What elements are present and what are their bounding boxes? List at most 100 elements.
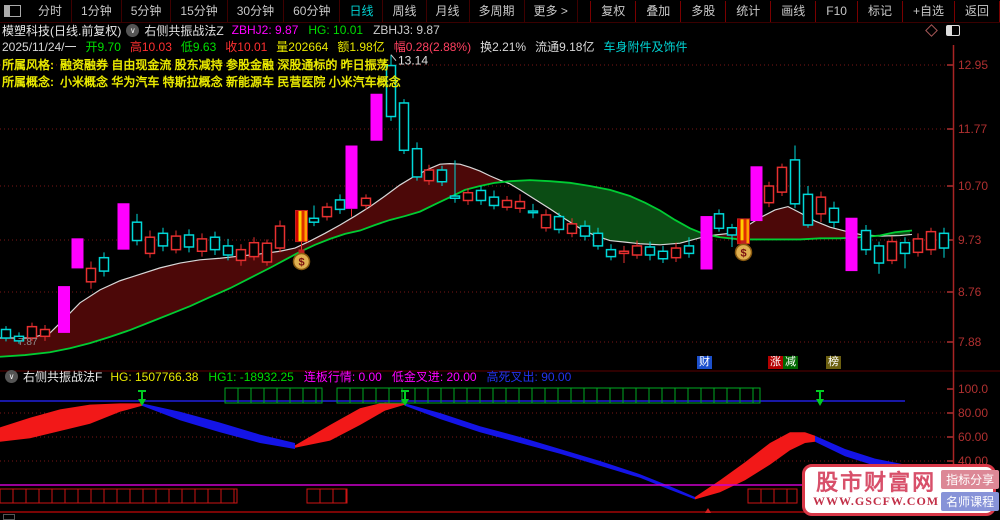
candle-up — [514, 200, 526, 210]
candle-up — [670, 247, 682, 259]
ribbon-red — [0, 403, 142, 442]
candle-up — [196, 238, 208, 253]
minimize-icon[interactable] — [3, 514, 15, 520]
layout-panel-icon[interactable] — [946, 25, 960, 36]
toolbar-period-item[interactable]: 5分钟 — [122, 0, 172, 22]
quote-field: 低9.63 — [180, 40, 217, 54]
toolbar-period-item[interactable]: 15分钟 — [171, 0, 228, 22]
chevron-down-icon[interactable]: ∨ — [126, 23, 140, 37]
toolbar-period-item[interactable]: 多周期 — [470, 0, 525, 22]
red-comb-cell — [773, 488, 788, 504]
toolbar-actions: 复权 叠加 多股 统计 画线 F10 标记 +自选 返回 — [590, 0, 1000, 22]
toolbar-action-button[interactable]: 标记 — [856, 0, 902, 22]
red-comb-cell — [77, 488, 92, 504]
style-tags: 融资融券 自由现金流 股东减持 参股金融 深股通标的 昨日振荡 — [60, 58, 389, 72]
candle-down — [527, 210, 539, 214]
main-indicator-name: 右侧共振战法Z — [144, 23, 224, 38]
sub-indicator-values: HG: 1507766.38 HG1: -18932.25 连板行情: 0.00 低金… — [110, 368, 581, 385]
toolbar-period-item[interactable]: 日线 — [340, 0, 384, 22]
bottom-tab[interactable]: 财 — [697, 356, 712, 369]
candle-down — [98, 256, 110, 272]
toolbar-period-item[interactable]: 分时 — [29, 0, 73, 22]
quote-field: 幅0.28(2.88%) — [393, 40, 472, 54]
stock-header: 模塑科技(日线.前复权) ∨ 右侧共振战法Z ZBHJ2: 9.87 HG: 10… — [0, 22, 1000, 38]
concept-label: 所属概念: — [2, 75, 54, 89]
candle-up — [462, 191, 474, 202]
window-split-icon[interactable] — [4, 5, 21, 17]
candle-down — [449, 195, 461, 199]
candle-down — [828, 207, 840, 223]
candle-up — [618, 250, 630, 255]
candle-up — [776, 166, 788, 193]
red-comb-cell — [0, 488, 14, 504]
candle-down — [605, 248, 617, 258]
red-comb-cell — [25, 488, 40, 504]
toolbar-action-button[interactable]: 返回 — [953, 0, 1000, 22]
toolbar-period-item[interactable]: 月线 — [427, 0, 470, 22]
indicator-field: HG: 1507766.38 — [110, 370, 199, 384]
red-comb-cell — [38, 488, 53, 504]
candle-up — [274, 225, 286, 249]
candle-down — [938, 232, 950, 249]
signal-bar — [117, 203, 130, 250]
ribbon-red — [295, 402, 405, 448]
bottom-tab[interactable]: 涨 — [768, 356, 783, 369]
toolbar-period-item[interactable]: 60分钟 — [284, 0, 341, 22]
candle-down — [592, 232, 604, 247]
red-comb-cell — [142, 488, 157, 504]
header-corner-icons — [925, 24, 960, 37]
toolbar-action-button[interactable]: 叠加 — [635, 0, 680, 22]
chevron-down-icon[interactable]: ∨ — [5, 370, 18, 383]
toolbar-period-item[interactable]: 更多 > — [525, 0, 578, 22]
toolbar-action-button[interactable]: 画线 — [770, 0, 815, 22]
watermark-url: WWW.GSCFW.COM — [813, 493, 940, 508]
price-axis-label: 8.76 — [958, 285, 982, 299]
toolbar-period-item[interactable]: 周线 — [383, 0, 427, 22]
red-comb-cell — [345, 488, 348, 504]
watermark-site-name: 股市财富网 — [816, 469, 937, 495]
quote-field: 流通9.18亿 — [535, 40, 595, 54]
candle-down — [873, 245, 885, 264]
bottom-tab[interactable]: 减 — [783, 356, 798, 369]
quote-field: 收10.01 — [225, 40, 268, 54]
concept-tags: 小米概念 华为汽车 特斯拉概念 新能源车 民营医院 小米汽车概念 — [60, 75, 401, 89]
toolbar-period-item[interactable]: 30分钟 — [228, 0, 285, 22]
candle-up — [39, 328, 51, 338]
candle-down — [553, 215, 565, 231]
candle-up — [925, 230, 937, 251]
candle-down — [209, 236, 221, 251]
toolbar-period-item[interactable]: 1分钟 — [72, 0, 122, 22]
sub-axis-label: 100.0 — [958, 382, 988, 396]
candle-up — [423, 169, 435, 182]
candle-down — [131, 221, 143, 242]
badge-teacher-course: 名师课程 — [941, 491, 1000, 511]
signal-bar — [750, 166, 763, 222]
signal-bar — [58, 286, 70, 333]
toolbar-action-button[interactable]: 统计 — [725, 0, 770, 22]
diamond-icon[interactable] — [925, 24, 938, 37]
red-comb-cell — [194, 488, 209, 504]
red-comb-cell — [220, 488, 235, 504]
red-comb-cell — [233, 488, 238, 504]
candle-down — [726, 227, 738, 236]
toolbar-action-button[interactable]: F10 — [815, 0, 857, 22]
candle-up — [85, 267, 97, 283]
toolbar-action-button[interactable]: +自选 — [901, 0, 954, 22]
sub-indicator-name: 右侧共振战法F — [23, 370, 103, 384]
bottom-tab[interactable]: 榜 — [826, 356, 841, 369]
quote-field: 量202664 — [276, 40, 329, 54]
red-comb-cell — [319, 488, 334, 504]
red-comb-cell — [155, 488, 170, 504]
toolbar-action-button[interactable]: 复权 — [590, 0, 635, 22]
candle-up — [815, 196, 827, 215]
toolbar-action-button[interactable]: 多股 — [680, 0, 725, 22]
toolbar-periods: 分时 1分钟 5分钟 15分钟 30分钟 60分钟 日线 周线 月线 多周期 更多 > — [29, 0, 578, 22]
red-comb-cell — [90, 488, 105, 504]
red-comb-cell — [64, 488, 79, 504]
red-comb-cell — [747, 488, 762, 504]
price-axis-label: 7.88 — [958, 335, 982, 349]
ribbon-blue — [142, 403, 295, 449]
red-comb-cell — [786, 488, 798, 504]
candle-up — [248, 241, 260, 258]
candle-down — [683, 245, 695, 255]
